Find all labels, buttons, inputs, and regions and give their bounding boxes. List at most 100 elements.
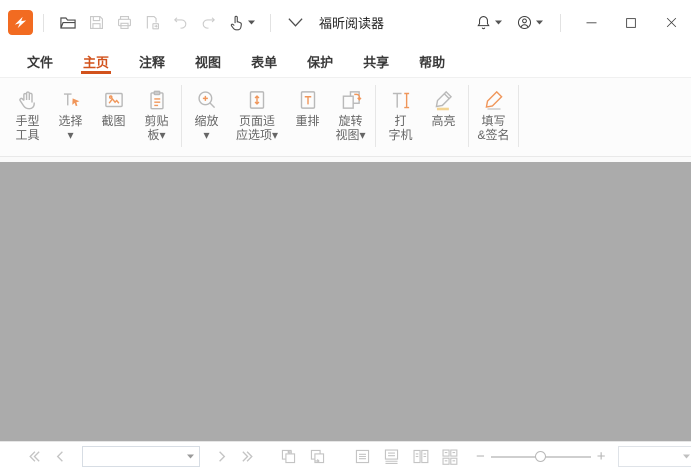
first-page-button[interactable] [20,445,47,469]
zoom-level-combobox[interactable] [618,446,691,467]
previous-view-button[interactable] [274,445,303,469]
ribbon-group-separator [468,85,469,147]
touch-mode-button[interactable] [222,9,260,37]
snapshot-button[interactable]: 截图 [93,85,134,128]
ribbon-item-label: 工具 [15,128,39,142]
rotate-view-button[interactable]: 旋转 视图▾ [330,85,371,142]
ribbon-group-separator [181,85,182,147]
ribbon-group-view: 缩放 ▾ 页面适 应选项▾ 重排 [185,85,372,142]
ribbon-item-label: 填写 [481,114,505,128]
highlight-button[interactable]: 高亮 [423,85,464,128]
page-fit-options-button[interactable]: 页面适 应选项▾ [229,85,285,142]
zoom-level-caret-icon [683,454,690,459]
rotate-view-icon [338,86,364,114]
fill-sign-icon [481,86,507,114]
ribbon-item-label: 高亮 [431,114,455,128]
tab-view[interactable]: 视图 [180,45,236,77]
single-page-view-button[interactable] [348,445,377,469]
ribbon-item-label: 打 [394,114,406,128]
touch-mode-caret-icon [248,20,255,25]
tab-comment[interactable]: 注释 [124,45,180,77]
ribbon-tab-bar: 文件 主页 注释 视图 表单 保护 共享 帮助 [0,45,691,78]
zoom-slider-thumb[interactable] [535,451,546,462]
snapshot-icon [101,86,127,114]
tab-form[interactable]: 表单 [236,45,292,77]
redo-button[interactable] [194,9,222,37]
account-button[interactable] [508,9,550,37]
ribbon-item-label: ▾ [67,128,73,142]
typewriter-button[interactable]: 打 字机 [380,85,421,142]
next-page-button[interactable] [208,445,235,469]
open-file-button[interactable] [54,9,82,37]
titlebar-separator [43,14,44,32]
tab-file[interactable]: 文件 [12,45,68,77]
save-button[interactable] [82,9,110,37]
maximize-button[interactable] [611,7,651,39]
typewriter-icon [388,86,414,114]
select-icon [58,86,84,114]
ribbon-item-label: 手型 [15,114,39,128]
hand-tool-icon [15,86,41,114]
undo-button[interactable] [166,9,194,37]
ribbon-item-label: &签名 [477,128,509,142]
facing-continuous-view-button[interactable] [435,445,464,469]
tab-protect[interactable]: 保护 [292,45,348,77]
ribbon-group-separator [518,85,519,147]
last-page-button[interactable] [235,445,262,469]
facing-view-button[interactable] [406,445,435,469]
highlight-icon [431,86,457,114]
ribbon-item-label: 选择 [58,114,82,128]
page-number-combobox[interactable] [82,446,200,467]
tab-share[interactable]: 共享 [348,45,404,77]
page-number-input[interactable] [83,447,187,466]
ribbon-item-label: 缩放 [194,114,218,128]
ribbon-item-label: 剪贴 [144,114,168,128]
page-number-caret-icon [187,454,194,459]
ribbon-item-label: 页面适 [239,114,275,128]
ribbon-item-label: 截图 [101,114,125,128]
ribbon-item-label: 旋转 [338,114,362,128]
ribbon-group-comment: 打 字机 高亮 [379,85,465,142]
ribbon-item-label: 板▾ [147,128,165,142]
close-button[interactable] [651,7,691,39]
ribbon-group-tools: 手型 工具 选择 ▾ 截图 [6,85,178,142]
account-caret-icon [536,20,543,25]
continuous-view-button[interactable] [377,445,406,469]
notifications-button[interactable] [468,9,508,37]
zoom-level-input[interactable] [619,447,683,466]
collapse-toolbar-button[interactable] [281,9,309,37]
tab-home[interactable]: 主页 [68,45,124,77]
fill-sign-button[interactable]: 填写 &签名 [473,85,514,142]
title-bar: 福昕阅读器 [0,0,691,45]
tab-help[interactable]: 帮助 [404,45,460,77]
prev-page-button[interactable] [47,445,74,469]
ribbon-item-label: 字机 [388,128,412,142]
clipboard-button[interactable]: 剪贴 板▾ [136,85,177,142]
zoom-out-button[interactable]: − [472,449,489,464]
ribbon-item-label: 视图▾ [335,128,365,142]
zoom-button[interactable]: 缩放 ▾ [186,85,227,142]
window-title: 福昕阅读器 [319,13,384,32]
reflow-button[interactable]: 重排 [287,85,328,128]
page-fit-options-icon [244,86,270,114]
select-button[interactable]: 选择 ▾ [50,85,91,142]
notifications-caret-icon [495,20,502,25]
ribbon-item-label: 应选项▾ [236,128,278,142]
hand-tool-button[interactable]: 手型 工具 [7,85,48,142]
reflow-icon [295,86,321,114]
print-button[interactable] [110,9,138,37]
document-area-empty [0,162,691,441]
status-bar: − + [0,441,691,471]
next-view-button[interactable] [303,445,332,469]
zoom-icon [194,86,220,114]
zoom-in-button[interactable]: + [593,449,610,464]
minimize-button[interactable] [571,7,611,39]
convert-button[interactable] [138,9,166,37]
foxit-logo-icon[interactable] [8,10,33,35]
zoom-slider-track[interactable] [491,456,591,458]
ribbon-group-fill-sign: 填写 &签名 [472,85,515,142]
clipboard-icon [144,86,170,114]
zoom-slider[interactable] [491,456,591,458]
titlebar-separator [270,14,271,32]
ribbon-item-label: ▾ [203,128,209,142]
